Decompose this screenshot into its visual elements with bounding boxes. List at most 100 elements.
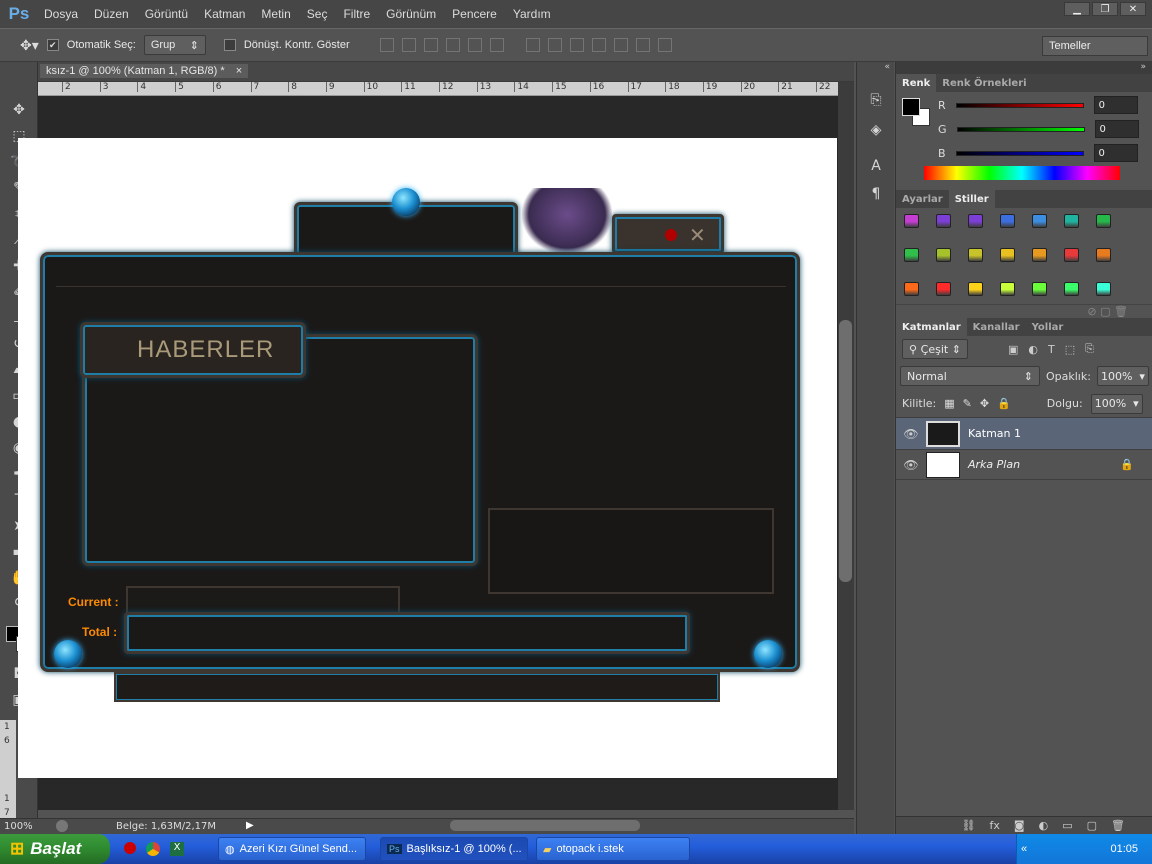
tab-styles[interactable]: Stiller xyxy=(948,190,995,208)
tab-layers[interactable]: Katmanlar xyxy=(896,318,967,336)
character-panel-icon[interactable]: A xyxy=(863,154,889,178)
start-button[interactable]: ⊞ Başlat xyxy=(0,834,110,864)
minimize-button[interactable]: ▁ xyxy=(1064,2,1090,16)
channel-value[interactable]: 0 xyxy=(1093,96,1138,114)
task-photoshop[interactable]: Ps Başlıksız-1 @ 100% (... xyxy=(380,837,528,861)
adjustment-layer-icon[interactable]: ◐ xyxy=(1039,819,1049,832)
new-layer-icon[interactable]: ▢ xyxy=(1087,819,1097,832)
style-swatch[interactable] xyxy=(904,214,919,228)
style-swatch[interactable] xyxy=(968,282,983,296)
menu-metin[interactable]: Metin xyxy=(253,7,298,21)
channel-slider[interactable] xyxy=(955,150,1084,156)
link-layers-icon[interactable]: ⛓ xyxy=(962,819,976,832)
auto-select-dropdown[interactable]: Grup ⇕ xyxy=(143,35,206,55)
tab-channels[interactable]: Kanallar xyxy=(967,318,1026,336)
distribute-left-icon[interactable] xyxy=(591,38,606,52)
filter-adjustment-icon[interactable]: ◐ xyxy=(1028,343,1038,356)
menu-goruntu[interactable]: Görüntü xyxy=(137,7,196,21)
visibility-eye-icon[interactable]: 👁 xyxy=(896,458,926,472)
filter-shape-icon[interactable]: ⬚ xyxy=(1065,343,1075,356)
auto-align-icon[interactable] xyxy=(657,38,672,52)
align-bottom-icon[interactable] xyxy=(423,38,438,52)
history-panel-icon[interactable]: ⎘ xyxy=(863,88,889,112)
channel-slider[interactable] xyxy=(956,126,1085,132)
channel-slider[interactable] xyxy=(955,102,1084,108)
tab-swatches[interactable]: Renk Örnekleri xyxy=(936,74,1032,92)
style-swatch[interactable] xyxy=(1096,214,1111,228)
tray-chevron-icon[interactable]: « xyxy=(1021,843,1027,855)
style-swatch[interactable] xyxy=(1064,282,1079,296)
blend-mode-dropdown[interactable]: Normal ⇕ xyxy=(900,366,1040,386)
layer-name[interactable]: Arka Plan xyxy=(968,458,1020,471)
chevron-down-icon[interactable]: ▾ xyxy=(1139,370,1145,383)
close-window-button[interactable]: ✕ xyxy=(1120,2,1146,16)
new-group-icon[interactable]: ▭ xyxy=(1062,819,1072,832)
style-swatch[interactable] xyxy=(968,248,983,262)
style-swatch[interactable] xyxy=(1064,248,1079,262)
style-swatch[interactable] xyxy=(936,248,951,262)
style-swatch[interactable] xyxy=(936,214,951,228)
align-hcenter-icon[interactable] xyxy=(467,38,482,52)
clock[interactable]: 01:05 xyxy=(1110,843,1138,855)
style-swatch[interactable] xyxy=(968,214,983,228)
menu-katman[interactable]: Katman xyxy=(196,7,253,21)
menu-filtre[interactable]: Filtre xyxy=(335,7,378,21)
layer-row-katman-1[interactable]: 👁 Katman 1 xyxy=(896,418,1152,450)
status-menu-icon[interactable] xyxy=(56,820,68,832)
style-swatch[interactable] xyxy=(1032,214,1047,228)
align-left-icon[interactable] xyxy=(445,38,460,52)
style-swatch[interactable] xyxy=(1064,214,1079,228)
auto-select-checkbox[interactable]: ✔ xyxy=(46,39,59,51)
layer-style-icon[interactable]: fx xyxy=(990,819,1000,832)
menu-dosya[interactable]: Dosya xyxy=(36,7,86,21)
distribute-bottom-icon[interactable] xyxy=(569,38,584,52)
style-swatch[interactable] xyxy=(1032,248,1047,262)
task-folder[interactable]: ▰ otopack i.stek xyxy=(536,837,690,861)
style-swatch[interactable] xyxy=(1032,282,1047,296)
visibility-eye-icon[interactable]: 👁 xyxy=(896,427,926,441)
vertical-scroll-thumb[interactable] xyxy=(839,320,852,582)
zoom-level[interactable]: 100% xyxy=(4,821,33,832)
style-swatch[interactable] xyxy=(904,282,919,296)
menu-gorunum[interactable]: Görünüm xyxy=(378,7,444,21)
style-swatch[interactable] xyxy=(904,248,919,262)
horizontal-scroll-thumb[interactable] xyxy=(450,820,640,831)
expand-dock-icon[interactable]: » xyxy=(896,62,1152,74)
style-swatch[interactable] xyxy=(1096,282,1111,296)
move-tool-icon[interactable]: ✥▾ xyxy=(20,37,39,54)
align-top-icon[interactable] xyxy=(379,38,394,52)
filter-type-icon[interactable]: T xyxy=(1048,343,1055,356)
filter-pixel-icon[interactable]: ▣ xyxy=(1008,343,1018,356)
transform-controls-checkbox[interactable] xyxy=(223,39,236,51)
delete-layer-icon[interactable]: 🗑 xyxy=(1111,819,1125,832)
menu-duzen[interactable]: Düzen xyxy=(86,7,137,21)
collapse-dock-icon[interactable]: « xyxy=(857,62,894,84)
style-swatch[interactable] xyxy=(1000,282,1015,296)
filter-smart-icon[interactable]: ⎘ xyxy=(1085,342,1094,356)
opacity-field[interactable]: 100% ▾ xyxy=(1096,366,1149,386)
menu-sec[interactable]: Seç xyxy=(299,7,336,21)
distribute-hcenter-icon[interactable] xyxy=(613,38,628,52)
tab-color[interactable]: Renk xyxy=(896,74,937,92)
fill-field[interactable]: 100% ▾ xyxy=(1090,393,1143,414)
status-arrow-icon[interactable]: ▶ xyxy=(246,820,254,831)
excel-icon[interactable]: X xyxy=(170,842,184,856)
style-swatch[interactable] xyxy=(936,282,951,296)
restore-button[interactable]: ❐ xyxy=(1092,2,1118,16)
align-vcenter-icon[interactable] xyxy=(401,38,416,52)
3d-panel-icon[interactable]: ◈ xyxy=(863,118,889,142)
tab-paths[interactable]: Yollar xyxy=(1026,318,1070,336)
align-right-icon[interactable] xyxy=(489,38,504,52)
move-tool-icon[interactable]: ✥ xyxy=(6,98,32,122)
channel-value[interactable]: 0 xyxy=(1093,144,1138,162)
style-swatch[interactable] xyxy=(1096,248,1111,262)
task-chrome[interactable]: ◍ Azeri Kızı Günel Send... xyxy=(218,837,366,861)
channel-value[interactable]: 0 xyxy=(1094,120,1139,138)
close-tab-icon[interactable]: × xyxy=(236,65,242,77)
tab-adjustments[interactable]: Ayarlar xyxy=(896,190,949,208)
style-swatch[interactable] xyxy=(1000,214,1015,228)
style-swatch[interactable] xyxy=(1000,248,1015,262)
add-mask-icon[interactable]: ◙ xyxy=(1014,819,1025,832)
lock-transparent-icon[interactable]: ▦ xyxy=(944,397,954,410)
chrome-icon[interactable] xyxy=(146,842,160,856)
